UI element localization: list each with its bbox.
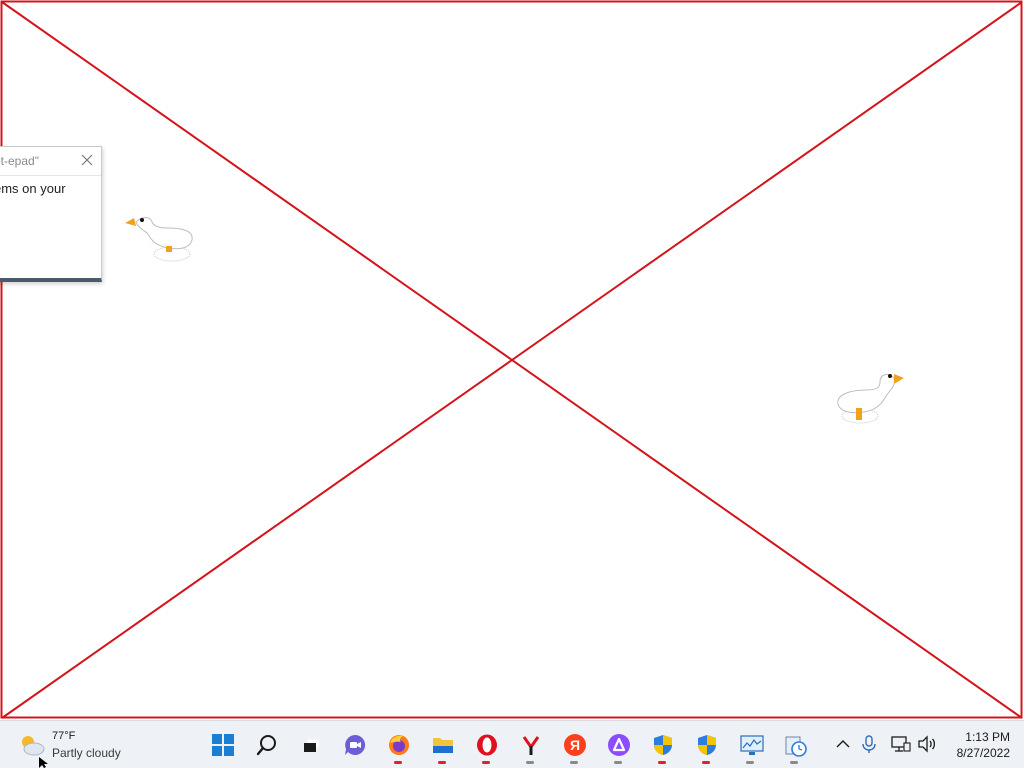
running-indicator: [746, 761, 754, 764]
yandex-button[interactable]: Я: [554, 725, 594, 765]
yandex-browser-icon: [522, 736, 540, 755]
search-icon: [256, 735, 276, 756]
task-view-button[interactable]: [290, 725, 330, 765]
folder-icon: [433, 738, 453, 753]
running-indicator: [438, 761, 446, 764]
running-indicator: [790, 761, 798, 764]
clock-date: 8/27/2022: [956, 746, 1010, 760]
show-hidden-icons-button[interactable]: [832, 733, 854, 755]
partly-cloudy-icon: [22, 736, 45, 756]
opera-icon: [477, 734, 497, 756]
alice-icon: [608, 734, 630, 756]
broken-image-placeholder: [0, 0, 1023, 719]
defender-button-1[interactable]: [642, 725, 682, 765]
alice-button[interactable]: [598, 725, 638, 765]
utility-button[interactable]: [774, 725, 814, 765]
running-indicator: [526, 761, 534, 764]
search-button[interactable]: [246, 725, 286, 765]
dialog-titlebar[interactable]: ot-epad": [0, 147, 101, 176]
chat-video-icon: [345, 734, 366, 755]
network-button[interactable]: [890, 733, 912, 755]
dialog-message: ems on your: [0, 181, 66, 196]
volume-button[interactable]: [916, 733, 938, 755]
resource-monitor-button[interactable]: [730, 725, 770, 765]
running-indicator: [570, 761, 578, 764]
system-tray: 1:13 PM 8/27/2022: [830, 721, 1024, 769]
close-icon[interactable]: [79, 152, 95, 168]
clock-tool-icon: [785, 736, 807, 757]
windows-logo-icon: [212, 734, 234, 756]
taskbar-clock[interactable]: 1:13 PM 8/27/2022: [957, 729, 1010, 761]
microphone-button[interactable]: [858, 733, 880, 755]
monitor-chart-icon: [740, 735, 764, 755]
shield-icon: [698, 735, 716, 755]
network-icon: [891, 736, 911, 752]
defender-button-2[interactable]: [686, 725, 726, 765]
weather-temperature: 77°F: [52, 730, 76, 742]
taskbar: 77°F Partly cloudy Я 1:13 PM 8/27/2022: [0, 720, 1024, 768]
file-explorer-button[interactable]: [422, 725, 462, 765]
yandex-icon: Я: [564, 734, 586, 756]
dialog-title: ot-epad": [0, 154, 39, 168]
svg-text:Я: Я: [570, 737, 580, 753]
running-indicator: [658, 761, 666, 764]
shield-icon: [654, 735, 672, 755]
clock-time: 1:13 PM: [965, 730, 1010, 744]
mouse-cursor-icon: [39, 757, 48, 768]
partial-dialog-window[interactable]: ot-epad" ems on your: [0, 146, 102, 282]
start-button[interactable]: [202, 725, 242, 765]
microphone-icon: [862, 735, 876, 753]
running-indicator: [702, 761, 710, 764]
weather-condition: Partly cloudy: [52, 746, 121, 760]
goose-left[interactable]: [122, 208, 198, 266]
running-indicator: [482, 761, 490, 764]
chat-button[interactable]: [334, 725, 374, 765]
firefox-icon: [389, 735, 409, 755]
yandex-browser-button[interactable]: [510, 725, 550, 765]
opera-button[interactable]: [466, 725, 506, 765]
firefox-button[interactable]: [378, 725, 418, 765]
speaker-icon: [918, 735, 936, 753]
chevron-up-icon: [836, 740, 850, 748]
task-view-icon: [304, 739, 319, 752]
weather-widget[interactable]: 77°F Partly cloudy: [14, 727, 154, 763]
running-indicator: [614, 761, 622, 764]
goose-right[interactable]: [832, 368, 912, 428]
running-indicator: [394, 761, 402, 764]
desktop: ot-epad" ems on your: [0, 0, 1024, 720]
